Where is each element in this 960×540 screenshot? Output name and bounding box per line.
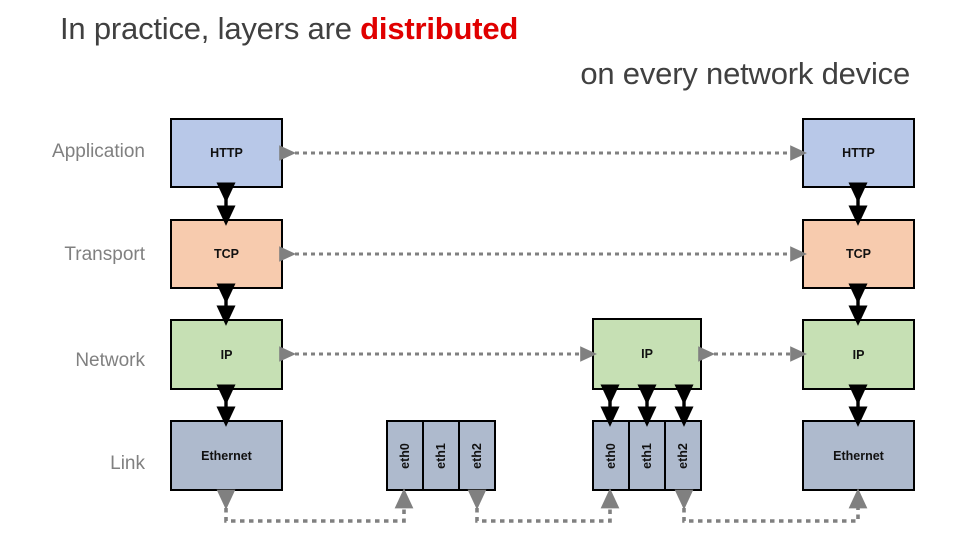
- middle-router-eth0-label: eth0: [603, 442, 618, 469]
- left-host-link-box[interactable]: Ethernet: [170, 420, 283, 491]
- middle-switch-eth0-cell[interactable]: eth0: [388, 422, 422, 489]
- row-label-application: Application: [52, 141, 145, 162]
- middle-switch-eth1-label: eth1: [433, 442, 448, 469]
- right-host-transport-box[interactable]: TCP: [802, 219, 915, 289]
- middle-router-eth1-label: eth1: [639, 442, 654, 469]
- title-line-2: on every network device: [580, 56, 910, 91]
- middle-switch-eth2-label: eth2: [469, 442, 484, 469]
- middle-router-eth1-cell[interactable]: eth1: [628, 422, 664, 489]
- middle-router-eth2-label: eth2: [675, 442, 690, 469]
- title-emphasis: distributed: [360, 11, 519, 46]
- left-host-network-box[interactable]: IP: [170, 319, 283, 390]
- row-label-link: Link: [110, 453, 145, 474]
- left-host-transport-box[interactable]: TCP: [170, 219, 283, 289]
- slide-title: In practice, layers are distributed on e…: [60, 6, 910, 96]
- title-line-1: In practice, layers are distributed: [60, 6, 910, 51]
- left-host-application-box[interactable]: HTTP: [170, 118, 283, 188]
- link-switch-to-router: [467, 488, 620, 523]
- middle-router-interface-group: eth0 eth1 eth2: [592, 420, 702, 491]
- middle-router-network-box[interactable]: IP: [592, 318, 702, 390]
- row-label-transport: Transport: [64, 244, 145, 265]
- link-router-to-right: [674, 488, 868, 523]
- middle-router-eth2-cell[interactable]: eth2: [664, 422, 700, 489]
- right-host-link-box[interactable]: Ethernet: [802, 420, 915, 491]
- middle-switch-eth0-label: eth0: [397, 442, 412, 469]
- middle-switch-interface-group: eth0 eth1 eth2: [386, 420, 496, 491]
- middle-switch-eth1-cell[interactable]: eth1: [422, 422, 458, 489]
- middle-switch-eth2-cell[interactable]: eth2: [458, 422, 494, 489]
- middle-router-eth0-cell[interactable]: eth0: [594, 422, 628, 489]
- row-label-network: Network: [75, 350, 145, 371]
- right-host-application-box[interactable]: HTTP: [802, 118, 915, 188]
- title-prefix: In practice, layers are: [60, 11, 361, 46]
- right-host-network-box[interactable]: IP: [802, 319, 915, 390]
- link-left-to-switch: [216, 488, 414, 523]
- slide-canvas: In practice, layers are distributed on e…: [0, 0, 960, 540]
